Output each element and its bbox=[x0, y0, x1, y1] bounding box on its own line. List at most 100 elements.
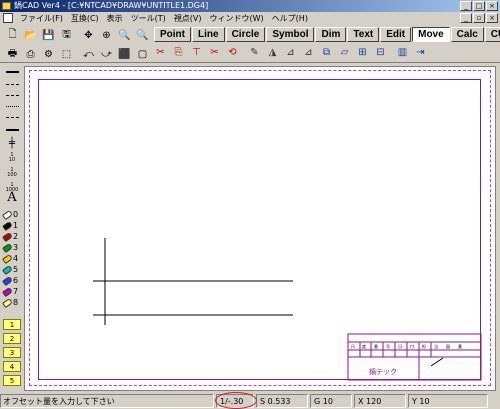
menu-tools[interactable]: ツール(T) bbox=[127, 12, 170, 25]
pen-1[interactable]: 1 bbox=[2, 220, 23, 231]
pen-3[interactable]: 3 bbox=[2, 242, 23, 253]
tab-point[interactable]: Point bbox=[154, 27, 191, 42]
status-bar: オフセット量を入力して下さい 1/-.30 S 0.533 G 10 X 120… bbox=[0, 391, 500, 409]
pen-8[interactable]: 8 bbox=[2, 297, 23, 308]
stretch-icon[interactable]: ✎ bbox=[246, 44, 263, 61]
scale-1-100-tool[interactable]: 1 100 bbox=[3, 166, 21, 180]
new-file-icon[interactable]: 🗋 bbox=[4, 27, 21, 44]
layer-5-button[interactable]: 5 bbox=[3, 375, 21, 386]
pen-2[interactable]: 2 bbox=[2, 231, 23, 242]
settings-icon[interactable]: ⚙ bbox=[40, 46, 57, 63]
rotate-icon[interactable]: ⟲ bbox=[224, 44, 241, 61]
zoom-in-icon[interactable]: 🔍 bbox=[116, 27, 133, 44]
title-block-label: 度 bbox=[362, 343, 366, 349]
document-icon[interactable] bbox=[3, 13, 13, 23]
text-tool[interactable]: A bbox=[3, 189, 21, 205]
save-icon[interactable]: 💾 bbox=[40, 27, 57, 44]
zoom-window-icon[interactable]: ⊕ bbox=[98, 27, 115, 44]
scale-readout: S 0.533 bbox=[256, 393, 308, 408]
drawing-canvas[interactable]: 尺 度 番 号 日 付 担 当 図 番 鍋テック bbox=[24, 66, 496, 391]
scale-icon[interactable]: ⊿ bbox=[300, 44, 317, 61]
mdi-close-button[interactable]: × bbox=[486, 13, 498, 23]
tab-edit[interactable]: Edit bbox=[380, 27, 412, 42]
save-as-icon[interactable]: 🖫 bbox=[58, 27, 75, 44]
line-dashdot-tool[interactable] bbox=[3, 92, 21, 98]
plot-icon[interactable]: ⎙ bbox=[22, 46, 39, 63]
tab-cut[interactable]: CUT bbox=[484, 27, 500, 42]
line-dashed-tool[interactable] bbox=[3, 81, 21, 87]
grid-readout: G 10 bbox=[310, 393, 352, 408]
move-to-icon[interactable]: ⇥ bbox=[412, 44, 429, 61]
layer-move-icon[interactable]: ▥ bbox=[394, 44, 411, 61]
mdi-restore-button[interactable]: ▫ bbox=[473, 13, 485, 23]
trim-icon[interactable]: ✂ bbox=[206, 44, 223, 61]
menu-window[interactable]: ウィンドウ(W) bbox=[206, 12, 268, 25]
cut-icon[interactable]: ✂ bbox=[152, 44, 169, 61]
title-block-label: 尺 bbox=[351, 344, 355, 349]
maximize-button[interactable]: □ bbox=[473, 1, 485, 11]
tab-line[interactable]: Line bbox=[192, 27, 225, 42]
layer-2-button[interactable]: 2 bbox=[3, 333, 21, 344]
line-dotted-tool[interactable] bbox=[3, 103, 21, 109]
array-icon[interactable]: ⊞ bbox=[354, 44, 371, 61]
zoom-out-icon[interactable]: 🔍 bbox=[134, 27, 151, 44]
menu-compat[interactable]: 互換(C) bbox=[67, 12, 103, 25]
pen-6[interactable]: 6 bbox=[2, 275, 23, 286]
layer-3-button[interactable]: 3 bbox=[3, 347, 21, 358]
close-button[interactable]: × bbox=[486, 1, 498, 11]
tab-calc[interactable]: Calc bbox=[450, 27, 484, 42]
group-icon[interactable]: ⊟ bbox=[372, 44, 389, 61]
print-icon[interactable]: 🖶 bbox=[4, 46, 21, 63]
triangle-icon[interactable]: ⊿ bbox=[282, 44, 299, 61]
redo-icon[interactable]: ⤻ bbox=[98, 46, 115, 63]
frame-icon[interactable]: ▢ bbox=[134, 46, 151, 63]
open-folder-icon[interactable]: 📂 bbox=[22, 27, 39, 44]
menu-viewpoint[interactable]: 視点(V) bbox=[170, 12, 206, 25]
layer-4-button[interactable]: 4 bbox=[3, 361, 21, 372]
standard-toolbar: 🗋 📂 💾 🖫 ✥ ⊕ 🔍 🔍 bbox=[4, 26, 152, 45]
menu-view[interactable]: 表示 bbox=[103, 12, 127, 25]
title-block-label: 号 bbox=[386, 343, 390, 349]
pen-7[interactable]: 7 bbox=[2, 286, 23, 297]
zoom-indicator[interactable]: 1/-.30 bbox=[215, 391, 257, 409]
title-block-label: 日 bbox=[398, 344, 402, 349]
pen-nib-icon bbox=[2, 253, 13, 264]
pen-4[interactable]: 4 bbox=[2, 253, 23, 264]
mdi-minimize-button[interactable]: _ bbox=[460, 13, 472, 23]
pen-nib-icon bbox=[2, 242, 13, 253]
line-chain-tool[interactable] bbox=[3, 114, 21, 120]
app-icon[interactable] bbox=[2, 2, 11, 10]
layer-1-button[interactable]: 1 bbox=[3, 319, 21, 330]
offset-icon[interactable]: ⊤ bbox=[188, 44, 205, 61]
menu-file[interactable]: ファイル(F) bbox=[16, 12, 67, 25]
select-area-icon[interactable]: ⬚ bbox=[58, 46, 75, 63]
pen-nib-icon bbox=[2, 209, 13, 220]
fill-icon[interactable]: ⬛ bbox=[116, 46, 133, 63]
line-solid-tool[interactable] bbox=[3, 69, 21, 75]
pen-nib-icon bbox=[2, 286, 13, 297]
tab-symbol[interactable]: Symbol bbox=[266, 27, 315, 42]
scale-1-10-tool[interactable]: 1 10 bbox=[3, 151, 21, 165]
pen-0[interactable]: 0 bbox=[2, 209, 23, 220]
title-block[interactable] bbox=[347, 333, 482, 381]
menu-help[interactable]: ヘルプ(H) bbox=[268, 12, 312, 25]
duplicate-icon[interactable]: ⧉ bbox=[318, 44, 335, 61]
pen-5[interactable]: 5 bbox=[2, 264, 23, 275]
undo-icon[interactable]: ⤺ bbox=[80, 46, 97, 63]
tab-dim[interactable]: Dim bbox=[315, 27, 347, 42]
title-block-label: 担 bbox=[422, 343, 426, 349]
title-block-label: 番 bbox=[458, 343, 462, 349]
pan-icon[interactable]: ✥ bbox=[80, 27, 97, 44]
company-name: 鍋テック bbox=[369, 367, 397, 376]
shape-icon[interactable]: ▱ bbox=[336, 44, 353, 61]
tab-circle[interactable]: Circle bbox=[225, 27, 266, 42]
tab-text[interactable]: Text bbox=[347, 27, 380, 42]
crosshair-tool[interactable]: ╪ bbox=[3, 137, 21, 149]
copy-icon[interactable]: ⎘ bbox=[170, 44, 187, 61]
mirror-icon[interactable]: ◮ bbox=[264, 44, 281, 61]
minimize-button[interactable]: _ bbox=[460, 1, 472, 11]
left-tool-strip: ╪ 1 10 1 100 1 1000 A 0 1 2 3 4 5 6 7 8 … bbox=[1, 65, 23, 390]
line-thick-tool[interactable] bbox=[3, 127, 21, 133]
move-command-bar: ✂ ⎘ ⊤ ✂ ⟲ ✎ ◮ ⊿ ⊿ ⧉ ▱ ⊞ ⊟ ▥ ⇥ bbox=[152, 43, 430, 62]
tab-move[interactable]: Move bbox=[412, 27, 450, 42]
